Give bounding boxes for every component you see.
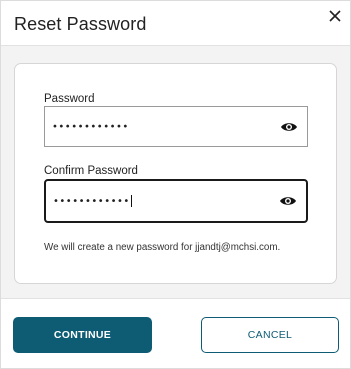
close-button[interactable] — [322, 3, 348, 29]
dialog-body: Password •••••••••••• Confirm Password •… — [1, 45, 350, 299]
confirm-password-value-wrap: •••••••••••• — [53, 195, 132, 207]
close-icon — [329, 10, 341, 22]
cancel-button[interactable]: CANCEL — [201, 317, 339, 353]
password-field[interactable]: •••••••••••• — [44, 106, 308, 147]
reset-password-dialog: Reset Password Password •••••••••••• Con… — [0, 0, 351, 369]
confirm-password-field[interactable]: •••••••••••• — [44, 179, 308, 223]
confirm-password-masked-value: •••••••••••• — [53, 196, 130, 207]
dialog-title: Reset Password — [14, 14, 147, 34]
reset-note: We will create a new password for jjandt… — [44, 242, 281, 253]
text-caret — [130, 195, 132, 207]
password-masked-value: •••••••••••• — [52, 121, 129, 132]
continue-button[interactable]: CONTINUE — [13, 317, 152, 353]
confirm-password-label: Confirm Password — [44, 165, 138, 177]
eye-icon[interactable] — [280, 121, 298, 133]
password-form-card: Password •••••••••••• Confirm Password •… — [14, 63, 337, 284]
eye-icon[interactable] — [279, 195, 297, 207]
password-label: Password — [44, 93, 95, 105]
